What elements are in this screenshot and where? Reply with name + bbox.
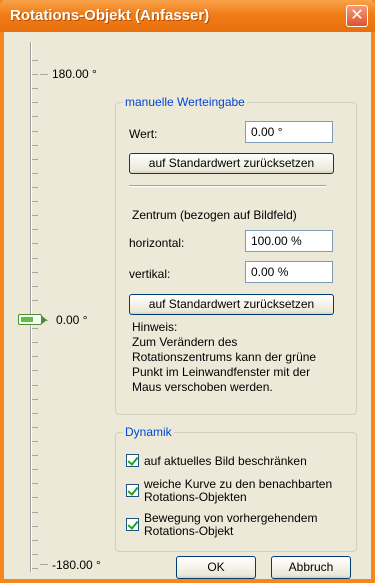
restrict-to-current-image-label[interactable]: auf aktuelles Bild beschränken: [144, 455, 307, 468]
ok-button[interactable]: OK: [176, 556, 256, 579]
motion-from-previous-label[interactable]: Bewegung von vorhergehendem Rotations-Ob…: [144, 512, 317, 538]
horizontal-label: horizontal:: [129, 236, 185, 250]
slider-tick: [32, 483, 38, 484]
slider-tick: [32, 370, 38, 371]
slider-max-label: 180.00 °: [52, 67, 97, 81]
slider-tick: [32, 385, 38, 386]
slider-tick: [32, 159, 38, 160]
slider-tick: [32, 60, 38, 61]
slider-tick: [32, 540, 38, 541]
rotation-slider-track[interactable]: [30, 42, 32, 572]
cancel-button[interactable]: Abbruch: [271, 556, 351, 579]
motion-from-previous-checkbox[interactable]: [126, 518, 139, 531]
smooth-curve-label[interactable]: weiche Kurve zu den benachbarten Rotatio…: [144, 478, 332, 504]
slider-tick: [32, 413, 38, 414]
wert-label: Wert:: [129, 127, 158, 141]
wert-input[interactable]: 0.00 °: [245, 121, 333, 143]
manual-separator: [129, 185, 326, 187]
hint-line: Punkt im Leinwandfenster mit der: [132, 365, 311, 379]
slider-min-label: -180.00 °: [52, 558, 101, 572]
close-button[interactable]: ✕: [346, 5, 368, 27]
slider-tick: [32, 441, 38, 442]
slider-tick: [32, 554, 38, 555]
vertical-label: vertikal:: [129, 267, 171, 281]
slider-tick: [32, 356, 38, 357]
reset-center-button[interactable]: auf Standardwert zurücksetzen: [129, 294, 334, 315]
reset-angle-button[interactable]: auf Standardwert zurücksetzen: [129, 153, 334, 174]
slider-tick: [32, 300, 38, 301]
slider-tick: [32, 469, 38, 470]
slider-tick: [32, 74, 38, 75]
slider-major-tick: [40, 564, 48, 565]
close-icon: ✕: [350, 7, 364, 24]
slider-tick: [32, 328, 38, 329]
slider-tick: [32, 272, 38, 273]
slider-tick: [32, 497, 38, 498]
restrict-to-current-image-checkbox[interactable]: [126, 454, 139, 467]
slider-tick: [32, 286, 38, 287]
slider-tick: [32, 173, 38, 174]
slider-tick: [32, 568, 38, 569]
vertical-input[interactable]: 0.00 %: [245, 261, 333, 283]
slider-tick: [32, 201, 38, 202]
slider-tick: [32, 145, 38, 146]
slider-tick: [32, 258, 38, 259]
slider-tick: [32, 131, 38, 132]
option-label-line: auf aktuelles Bild beschränken: [144, 454, 307, 468]
slider-tick: [32, 116, 38, 117]
slider-thumb[interactable]: [18, 314, 47, 325]
center-heading: Zentrum (bezogen auf Bildfeld): [132, 208, 297, 222]
hint-text: Hinweis: Zum Verändern des Rotationszent…: [132, 320, 316, 395]
slider-tick: [32, 229, 38, 230]
manual-entry-title: manuelle Werteingabe: [123, 95, 247, 109]
slider-mid-label: 0.00 °: [56, 313, 88, 327]
option-label-line: Rotations-Objekt: [144, 524, 234, 538]
dynamik-title: Dynamik: [123, 425, 174, 439]
slider-tick: [32, 102, 38, 103]
hint-line: Maus verschoben werden.: [132, 380, 273, 394]
hint-line: Hinweis:: [132, 320, 178, 334]
slider-tick: [32, 427, 38, 428]
horizontal-input[interactable]: 100.00 %: [245, 230, 333, 252]
slider-tick: [32, 215, 38, 216]
slider-tick: [32, 526, 38, 527]
smooth-curve-checkbox[interactable]: [126, 484, 139, 497]
slider-tick: [32, 455, 38, 456]
rotation-object-dialog: Rotations-Objekt (Anfasser) ✕ 180.00 ° 0…: [0, 0, 375, 583]
slider-tick: [32, 243, 38, 244]
hint-line: Rotationszentrums kann der grüne: [132, 350, 317, 364]
slider-tick: [32, 399, 38, 400]
slider-major-tick: [40, 74, 48, 75]
window-title: Rotations-Objekt (Anfasser): [10, 7, 210, 24]
title-bar[interactable]: Rotations-Objekt (Anfasser) ✕: [0, 0, 375, 32]
option-label-line: Rotations-Objekten: [144, 490, 247, 504]
hint-line: Zum Verändern des: [132, 335, 238, 349]
slider-tick: [32, 512, 38, 513]
slider-tick: [32, 342, 38, 343]
slider-tick: [32, 187, 38, 188]
slider-tick: [32, 88, 38, 89]
